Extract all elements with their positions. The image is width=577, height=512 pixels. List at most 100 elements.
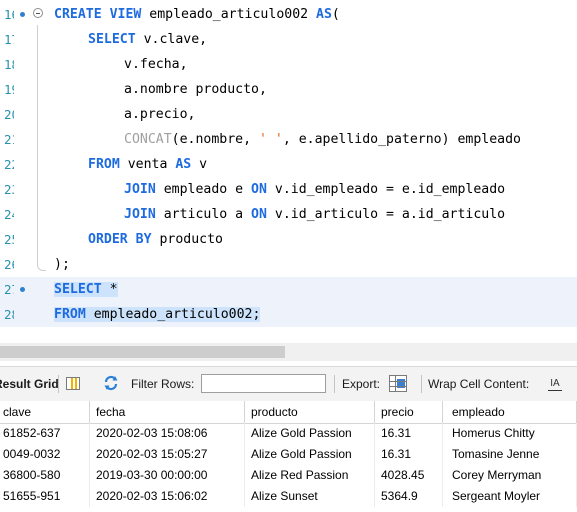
cell-producto[interactable]: Alize Gold Passion [245, 444, 375, 465]
code-span: JOIN empleado e ON v.id_empleado = e.id_… [124, 182, 505, 197]
sql-token: v.id_empleado = e.id_empleado [266, 182, 506, 197]
code-text[interactable]: SELECT v.clave, [88, 27, 207, 52]
export-icon[interactable] [389, 375, 407, 392]
table-row[interactable]: 61852-637 2020-02-03 15:08:06 Alize Gold… [0, 423, 577, 444]
fold-toggle-icon[interactable] [33, 8, 43, 18]
cell-precio[interactable]: 4028.45 [375, 465, 443, 486]
line-number-text: 21 [4, 132, 14, 147]
sql-keyword: CREATE VIEW [54, 7, 142, 22]
cell-fecha[interactable]: 2020-02-03 15:06:02 [90, 486, 245, 507]
cell-empleado[interactable]: Tomasine Jenne [443, 444, 577, 465]
filter-rows-input[interactable] [201, 374, 326, 393]
code-line[interactable]: 18 v.fecha, [0, 52, 577, 77]
result-grid-tab[interactable]: Result Grid [0, 367, 59, 401]
code-line[interactable]: 20 a.precio, [0, 102, 577, 127]
code-span: FROM venta AS v [88, 157, 207, 172]
line-number: 19 [0, 77, 14, 102]
code-text[interactable]: CONCAT(e.nombre, ' ', e.apellido_paterno… [124, 127, 521, 152]
sql-token: empleado_articulo002 [141, 7, 317, 22]
table-row[interactable]: 36800-580 2019-03-30 00:00:00 Alize Red … [0, 465, 577, 486]
statement-marker-icon[interactable] [20, 287, 25, 292]
line-number-text: 22 [4, 157, 14, 172]
result-grid[interactable]: clave fecha producto precio empleado 618… [0, 401, 577, 512]
code-span: a.nombre producto, [124, 82, 267, 97]
column-header-empleado[interactable]: empleado [443, 401, 577, 423]
code-text[interactable]: JOIN articulo a ON v.id_articulo = a.id_… [124, 202, 505, 227]
code-line[interactable]: 25 ORDER BY producto [0, 227, 577, 252]
cell-producto[interactable]: Alize Sunset [245, 486, 375, 507]
wrap-cell-content-label: Wrap Cell Content: [428, 377, 530, 391]
cell-clave[interactable]: 61852-637 [0, 423, 90, 444]
code-line[interactable]: 22 FROM venta AS v [0, 152, 577, 177]
column-header-clave[interactable]: clave [0, 401, 90, 423]
code-text[interactable]: a.nombre producto, [124, 77, 267, 102]
wrap-cell-content-icon[interactable]: IA [548, 376, 562, 391]
code-text[interactable]: FROM empleado_articulo002; [54, 302, 261, 327]
line-number: 25 [0, 227, 14, 252]
sql-token: a.precio, [124, 107, 196, 122]
cell-producto[interactable]: Alize Red Passion [245, 465, 375, 486]
line-number-text: 20 [4, 107, 14, 122]
code-line[interactable]: 21 CONCAT(e.nombre, ' ', e.apellido_pater… [0, 127, 577, 152]
cell-clave[interactable]: 51655-951 [0, 486, 90, 507]
code-text[interactable]: ORDER BY producto [88, 227, 223, 252]
code-text[interactable]: v.fecha, [124, 52, 188, 77]
line-number: 20 [0, 102, 14, 127]
cell-precio[interactable]: 16.31 [375, 423, 443, 444]
sql-editor[interactable]: 16CREATE VIEW empleado_articulo002 AS(17… [0, 0, 577, 340]
cell-fecha[interactable]: 2019-03-30 00:00:00 [90, 465, 245, 486]
code-line[interactable]: 17 SELECT v.clave, [0, 27, 577, 52]
code-line[interactable]: 23 JOIN empleado e ON v.id_empleado = e.i… [0, 177, 577, 202]
cell-precio[interactable]: 5364.9 [375, 486, 443, 507]
refresh-icon[interactable] [103, 375, 119, 391]
code-line[interactable]: 26); [0, 252, 577, 277]
selected-text: FROM empleado_articulo002; [54, 307, 261, 322]
cell-empleado[interactable]: Sergeant Moyler [443, 486, 577, 507]
column-header-fecha[interactable]: fecha [90, 401, 245, 423]
line-number-text: 23 [4, 182, 14, 197]
column-header-precio[interactable]: precio [375, 401, 443, 423]
code-line[interactable]: 27 SELECT * [0, 277, 577, 302]
cell-empleado[interactable]: Corey Merryman [443, 465, 577, 486]
sql-keyword: JOIN [124, 207, 156, 222]
code-span: ORDER BY producto [88, 232, 223, 247]
code-text[interactable]: a.precio, [124, 102, 195, 127]
code-text[interactable]: FROM venta AS v [88, 152, 207, 177]
column-header-producto[interactable]: producto [245, 401, 375, 423]
cell-clave[interactable]: 0049-0032 [0, 444, 90, 465]
code-line[interactable]: 19 a.nombre producto, [0, 77, 577, 102]
code-line[interactable]: 28 FROM empleado_articulo002; [0, 302, 577, 327]
table-row[interactable]: 51655-951 2020-02-03 15:06:02 Alize Suns… [0, 486, 577, 507]
form-editor-icon[interactable] [66, 377, 80, 390]
cell-precio[interactable]: 16.31 [375, 444, 443, 465]
line-number-text: 28 [4, 307, 14, 322]
editor-horizontal-scrollbar[interactable] [0, 343, 577, 361]
code-line[interactable]: 24 JOIN articulo a ON v.id_articulo = a.i… [0, 202, 577, 227]
sql-keyword: ON [251, 182, 267, 197]
code-text[interactable]: ); [54, 252, 70, 277]
line-number-text: 24 [4, 207, 14, 222]
cell-fecha[interactable]: 2020-02-03 15:08:06 [90, 423, 245, 444]
code-span: JOIN articulo a ON v.id_articulo = a.id_… [124, 207, 505, 222]
scrollbar-thumb[interactable] [0, 346, 285, 358]
cell-fecha[interactable]: 2020-02-03 15:05:27 [90, 444, 245, 465]
line-number: 28 [0, 302, 14, 327]
code-text[interactable]: CREATE VIEW empleado_articulo002 AS( [54, 2, 340, 27]
sql-keyword: FROM [88, 157, 120, 172]
code-text[interactable]: JOIN empleado e ON v.id_empleado = e.id_… [124, 177, 505, 202]
table-row[interactable]: 0049-0032 2020-02-03 15:05:27 Alize Gold… [0, 444, 577, 465]
toolbar-divider [421, 375, 422, 393]
result-toolbar: Result Grid Filter Rows: Export: Wrap Ce… [0, 366, 577, 402]
sql-keyword: AS [316, 7, 332, 22]
cell-clave[interactable]: 36800-580 [0, 465, 90, 486]
cell-empleado[interactable]: Homerus Chitty [443, 423, 577, 444]
toolbar-divider [58, 375, 59, 393]
result-grid-label: Result Grid [0, 377, 59, 391]
statement-marker-icon[interactable] [20, 12, 25, 17]
code-text[interactable]: SELECT * [54, 277, 118, 302]
sql-keyword: AS [175, 157, 192, 172]
sql-string: ' ' [258, 132, 283, 147]
cell-producto[interactable]: Alize Gold Passion [245, 423, 375, 444]
code-line[interactable]: 16 CREATE VIEW empleado_articulo002 AS( [0, 2, 577, 27]
line-number: 17 [0, 27, 14, 52]
